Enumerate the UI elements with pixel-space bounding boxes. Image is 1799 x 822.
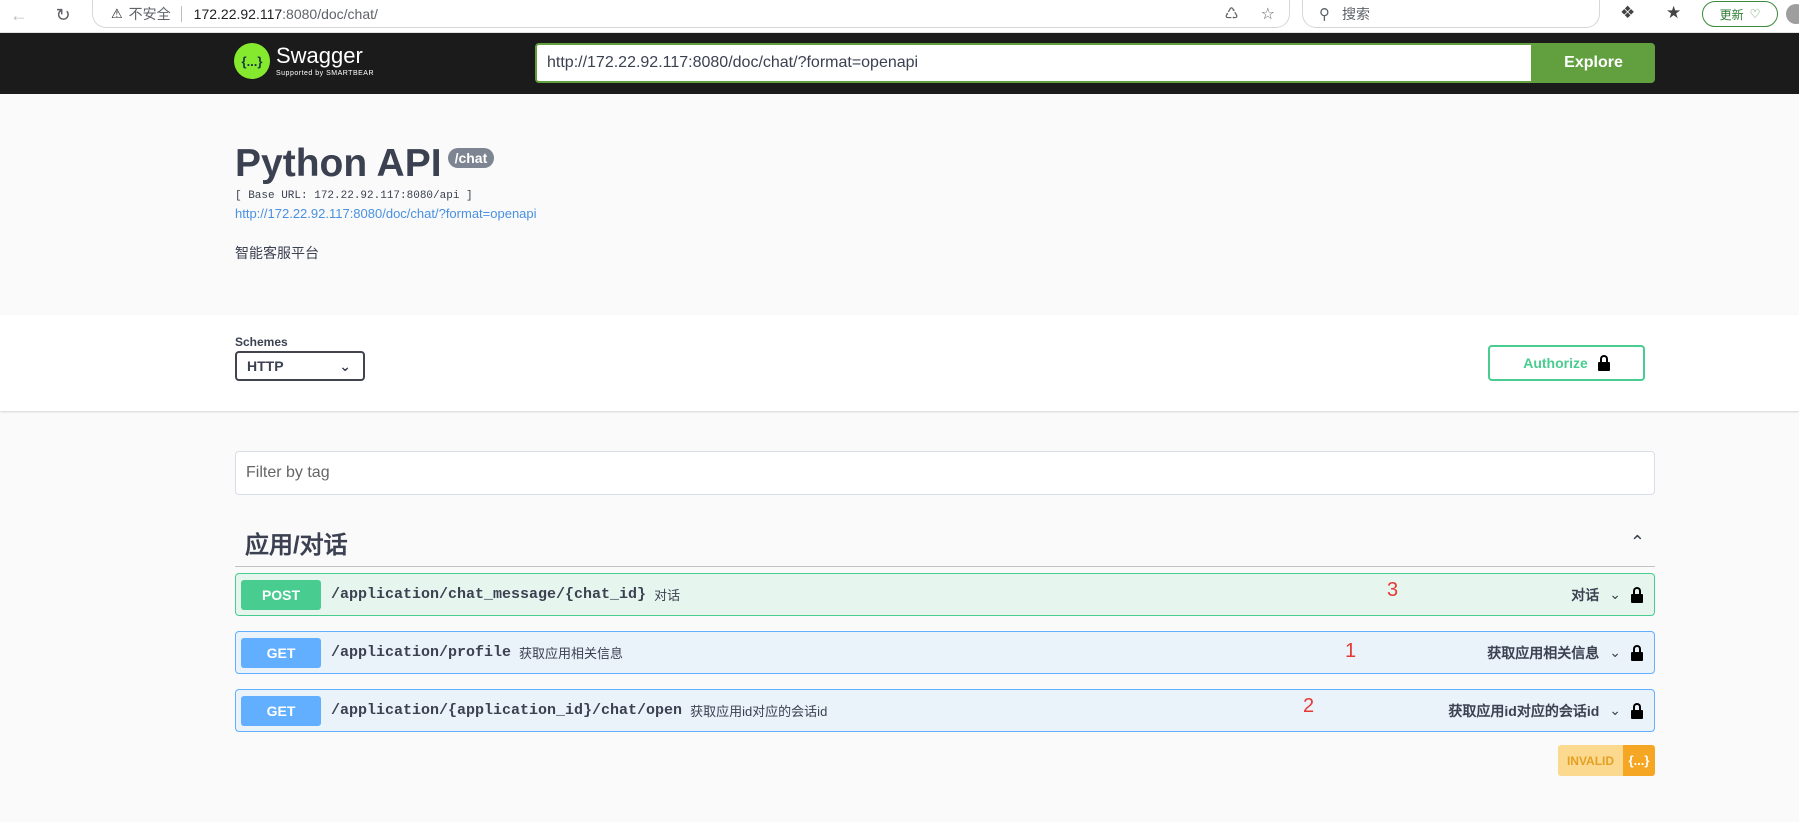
method-badge: GET (241, 637, 321, 668)
invalid-label: INVALID (1558, 745, 1623, 776)
method-badge: GET (241, 695, 321, 726)
api-info: Python API /chat [ Base URL: 172.22.92.1… (235, 140, 537, 263)
lock-icon (1597, 355, 1610, 371)
chevron-down-icon[interactable]: ⌄ (1609, 586, 1621, 603)
browser-toolbar: ← ↻ ⚠ 不安全 172.22.92.117:8080/doc/chat/ ♺… (0, 0, 1799, 33)
operation-summary: 获取应用相关信息 (519, 646, 624, 661)
lock-icon[interactable] (1631, 586, 1643, 603)
schemes-select[interactable]: HTTP ⌄ (235, 351, 365, 381)
logo-subtitle: Supported by SMARTBEAR (276, 70, 375, 77)
operation-label: 对话 (1571, 586, 1600, 603)
operation-post-chat-message[interactable]: POST /application/chat_message/{chat_id}… (235, 573, 1655, 616)
favorites-icon[interactable]: ★ (1666, 3, 1681, 23)
method-badge: POST (241, 579, 321, 610)
search-placeholder: 搜索 (1342, 5, 1370, 22)
annotation-number: 2 (1303, 695, 1315, 717)
url-path: :8080/doc/chat/ (282, 5, 378, 22)
tag-section-header[interactable]: 应用/对话 ⌃ (235, 519, 1655, 567)
lock-icon[interactable] (1631, 644, 1643, 661)
operation-get-profile[interactable]: GET /application/profile 获取应用相关信息 获取应用相关… (235, 631, 1655, 674)
star-icon[interactable]: ☆ (1261, 4, 1275, 24)
address-divider (180, 5, 182, 22)
schemes-label: Schemes (235, 335, 288, 349)
browser-search-input[interactable]: ⚲ 搜索 (1302, 0, 1600, 28)
explore-button[interactable]: Explore (1532, 43, 1655, 83)
annotation-number: 1 (1345, 640, 1357, 662)
base-url: [ Base URL: 172.22.92.117:8080/api ] (235, 190, 473, 202)
chevron-down-icon[interactable]: ⌄ (1609, 644, 1621, 661)
chevron-down-icon[interactable]: ⌄ (1609, 702, 1621, 719)
back-arrow-icon[interactable]: ← (6, 2, 32, 28)
operation-get-chat-open[interactable]: GET /application/{application_id}/chat/o… (235, 689, 1655, 732)
authorize-label: Authorize (1523, 355, 1588, 371)
schemes-selected-value: HTTP (247, 358, 284, 374)
update-button[interactable]: 更新 ♡ (1702, 1, 1778, 27)
version-badge: /chat (447, 148, 495, 168)
chevron-up-icon[interactable]: ⌃ (1630, 532, 1645, 553)
chevron-down-icon: ⌄ (339, 357, 351, 374)
operation-path: /application/{application_id}/chat/open (331, 702, 683, 719)
api-description: 智能客服平台 (235, 245, 319, 261)
operation-summary: 获取应用id对应的会话id (690, 704, 828, 719)
operation-label: 获取应用相关信息 (1487, 644, 1600, 661)
heart-icon: ♡ (1749, 7, 1761, 21)
spec-link[interactable]: http://172.22.92.117:8080/doc/chat/?form… (235, 206, 537, 221)
operation-path: /application/profile (331, 644, 512, 661)
lock-icon[interactable] (1631, 702, 1643, 719)
reload-icon[interactable]: ↻ (50, 2, 76, 28)
logo-text: Swagger (276, 43, 363, 68)
page-title: Python API (235, 142, 442, 185)
tag-title: 应用/对话 (245, 532, 348, 559)
braces-icon: {...} (1623, 745, 1655, 776)
search-icon: ⚲ (1319, 5, 1330, 23)
annotation-number: 3 (1387, 579, 1399, 601)
operation-summary: 对话 (654, 588, 681, 603)
update-label: 更新 (1719, 7, 1744, 22)
operation-path: /application/chat_message/{chat_id} (331, 586, 647, 603)
extensions-icon[interactable]: ❖ (1620, 3, 1635, 23)
warning-icon: ⚠ (111, 5, 123, 21)
scheme-container: Schemes HTTP ⌄ Authorize (0, 315, 1799, 411)
filter-by-tag-input[interactable] (235, 451, 1655, 495)
url-host: 172.22.92.117 (193, 5, 283, 22)
security-label: 不安全 (128, 5, 171, 22)
authorize-button[interactable]: Authorize (1488, 345, 1645, 381)
swagger-logo[interactable]: {...} Swagger Supported by SMARTBEAR (234, 43, 374, 79)
translate-icon[interactable]: ♺ (1224, 4, 1238, 24)
avatar[interactable] (1786, 4, 1799, 24)
swagger-logo-icon: {...} (234, 43, 270, 79)
spec-url-input[interactable] (535, 43, 1533, 83)
swagger-topbar: {...} Swagger Supported by SMARTBEAR Exp… (0, 33, 1799, 94)
validator-badge[interactable]: INVALID {...} (1558, 745, 1655, 776)
address-bar[interactable]: ⚠ 不安全 172.22.92.117:8080/doc/chat/ ♺ ☆ (92, 0, 1290, 28)
operation-label: 获取应用id对应的会话id (1448, 702, 1600, 719)
